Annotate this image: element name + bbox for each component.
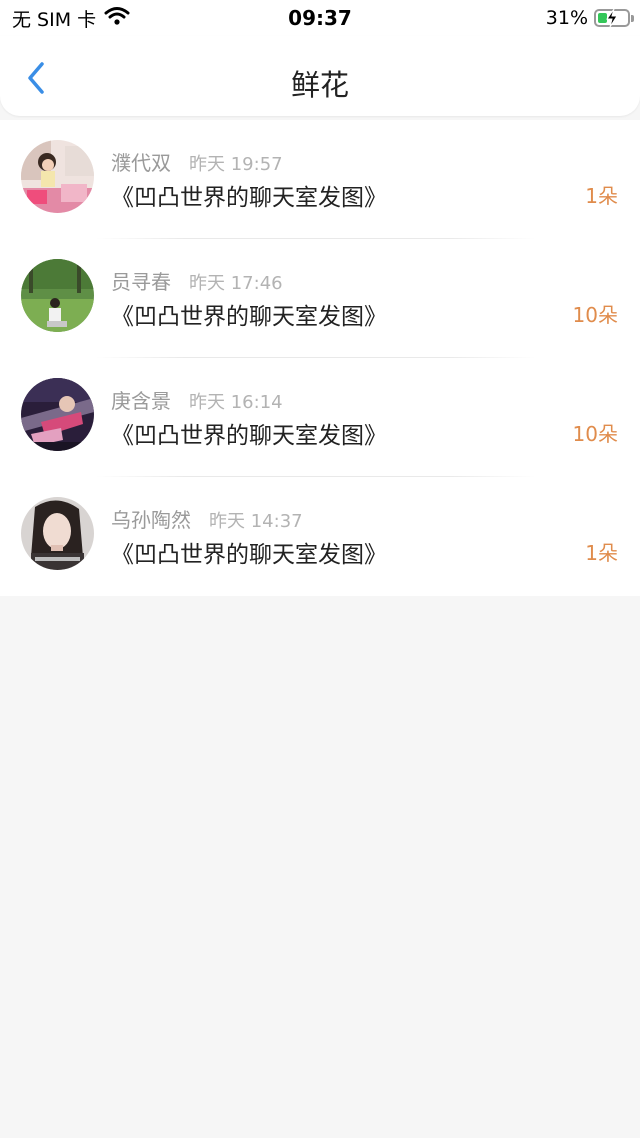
avatar bbox=[21, 140, 94, 213]
avatar bbox=[21, 378, 94, 451]
message-text: 《凹凸世界的聊天室发图》 bbox=[111, 542, 387, 568]
meta-line: 庚含景 昨天 16:14 bbox=[111, 385, 283, 414]
message-text: 《凹凸世界的聊天室发图》 bbox=[111, 304, 387, 330]
battery-icon bbox=[594, 8, 634, 28]
user-name[interactable]: 濮代双 bbox=[111, 147, 171, 176]
message-text: 《凹凸世界的聊天室发图》 bbox=[111, 423, 387, 449]
page-title: 鲜花 bbox=[290, 68, 349, 102]
battery-cap bbox=[631, 15, 634, 22]
avatar bbox=[21, 497, 94, 570]
timestamp: 昨天 16:14 bbox=[189, 392, 283, 413]
flower-count: 10朵 bbox=[572, 422, 618, 446]
flowers-screen: 无 SIM 卡 09:37 31% 鲜花 濮代双 昨天 19:57 《凹凸世界的… bbox=[0, 0, 640, 1138]
timestamp: 昨天 19:57 bbox=[189, 154, 283, 175]
flower-count: 1朵 bbox=[585, 541, 618, 565]
flower-count: 10朵 bbox=[572, 303, 618, 327]
user-name[interactable]: 员寻春 bbox=[111, 266, 171, 295]
status-bar: 无 SIM 卡 09:37 31% bbox=[0, 0, 640, 36]
charging-bolt-icon bbox=[606, 8, 618, 28]
message-text: 《凹凸世界的聊天室发图》 bbox=[111, 185, 387, 211]
timestamp: 昨天 17:46 bbox=[189, 273, 283, 294]
navigation-bar: 鲜花 bbox=[0, 36, 640, 116]
timestamp: 昨天 14:37 bbox=[209, 511, 303, 532]
carrier-label: 无 SIM 卡 bbox=[12, 8, 97, 31]
status-right: 31% bbox=[545, 7, 634, 29]
user-name[interactable]: 乌孙陶然 bbox=[111, 504, 191, 533]
battery-percent: 31% bbox=[545, 7, 588, 29]
avatar bbox=[21, 259, 94, 332]
flower-count: 1朵 bbox=[585, 184, 618, 208]
wifi-icon bbox=[104, 6, 130, 31]
list-item[interactable]: 员寻春 昨天 17:46 《凹凸世界的聊天室发图》 10朵 bbox=[0, 239, 640, 358]
flower-list: 濮代双 昨天 19:57 《凹凸世界的聊天室发图》 1朵 员寻春 昨天 17:4… bbox=[0, 120, 640, 596]
status-left: 无 SIM 卡 bbox=[12, 5, 130, 32]
list-item[interactable]: 乌孙陶然 昨天 14:37 《凹凸世界的聊天室发图》 1朵 bbox=[0, 477, 640, 596]
meta-line: 濮代双 昨天 19:57 bbox=[111, 147, 283, 176]
list-item[interactable]: 濮代双 昨天 19:57 《凹凸世界的聊天室发图》 1朵 bbox=[0, 120, 640, 239]
user-name[interactable]: 庚含景 bbox=[111, 385, 171, 414]
list-item[interactable]: 庚含景 昨天 16:14 《凹凸世界的聊天室发图》 10朵 bbox=[0, 358, 640, 477]
meta-line: 员寻春 昨天 17:46 bbox=[111, 266, 283, 295]
meta-line: 乌孙陶然 昨天 14:37 bbox=[111, 504, 303, 533]
